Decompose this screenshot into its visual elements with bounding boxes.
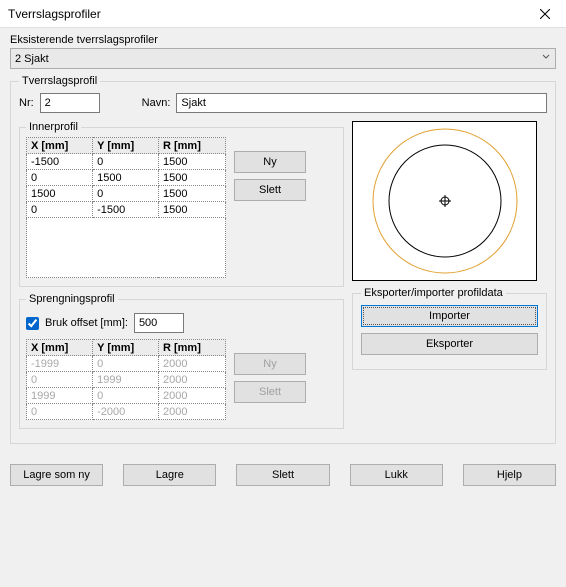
close-button[interactable] <box>524 0 566 28</box>
offset-input[interactable] <box>134 313 184 333</box>
table-row: 0-15001500 <box>27 202 226 218</box>
lukk-button[interactable]: Lukk <box>350 464 443 486</box>
existing-profiles-label: Eksisterende tverrslagsprofiler <box>10 34 556 46</box>
slett-button[interactable]: Slett <box>236 464 329 486</box>
footer-buttons: Lagre som ny Lagre Slett Lukk Hjelp <box>0 460 566 490</box>
lagre-som-ny-button[interactable]: Lagre som ny <box>10 464 103 486</box>
table-row: 199902000 <box>27 388 226 404</box>
innerprofil-legend: Innerprofil <box>26 121 81 133</box>
name-input[interactable] <box>176 93 547 113</box>
table-row: 019992000 <box>27 372 226 388</box>
hjelp-button[interactable]: Hjelp <box>463 464 556 486</box>
inner-slett-button[interactable]: Slett <box>234 179 306 201</box>
bruk-offset-checkbox[interactable] <box>26 317 39 330</box>
export-import-group: Eksporter/importer profildata Importer E… <box>352 287 547 370</box>
table-row: 0-20002000 <box>27 404 226 420</box>
tverrslagsprofil-group: Tverrslagsprofil Nr: Navn: Innerprofil X… <box>10 75 556 444</box>
lagre-button[interactable]: Lagre <box>123 464 216 486</box>
profile-svg <box>355 124 535 279</box>
importer-button[interactable]: Importer <box>361 305 538 327</box>
sprengningsprofil-legend: Sprengningsprofil <box>26 293 118 305</box>
table-row: -150001500 <box>27 154 226 170</box>
table-row: 015001500 <box>27 170 226 186</box>
table-row: -199902000 <box>27 356 226 372</box>
innerprofil-group: Innerprofil X [mm] Y [mm] R [mm] -150001… <box>19 121 344 287</box>
titlebar: Tverrslagsprofiler <box>0 0 566 28</box>
name-label: Navn: <box>142 97 171 109</box>
sprengningsprofil-group: Sprengningsprofil Bruk offset [mm]: X [m… <box>19 293 344 429</box>
eksporter-button[interactable]: Eksporter <box>361 333 538 355</box>
profile-preview <box>352 121 537 281</box>
inner-ny-button[interactable]: Ny <box>234 151 306 173</box>
nr-input[interactable] <box>40 93 100 113</box>
window-title: Tverrslagsprofiler <box>8 7 524 21</box>
existing-profiles-combo[interactable]: 2 Sjakt <box>10 48 556 69</box>
spreng-ny-button: Ny <box>234 353 306 375</box>
bruk-offset-label: Bruk offset [mm]: <box>45 317 128 329</box>
tverrslagsprofil-legend: Tverrslagsprofil <box>19 75 100 87</box>
export-import-legend: Eksporter/importer profildata <box>361 287 506 299</box>
close-icon <box>540 9 550 19</box>
sprengningsprofil-table[interactable]: X [mm] Y [mm] R [mm] -199902000 01999200… <box>26 339 226 420</box>
spreng-slett-button: Slett <box>234 381 306 403</box>
nr-label: Nr: <box>19 97 34 109</box>
table-row: 150001500 <box>27 186 226 202</box>
innerprofil-table[interactable]: X [mm] Y [mm] R [mm] -150001500 01500150… <box>26 137 226 278</box>
